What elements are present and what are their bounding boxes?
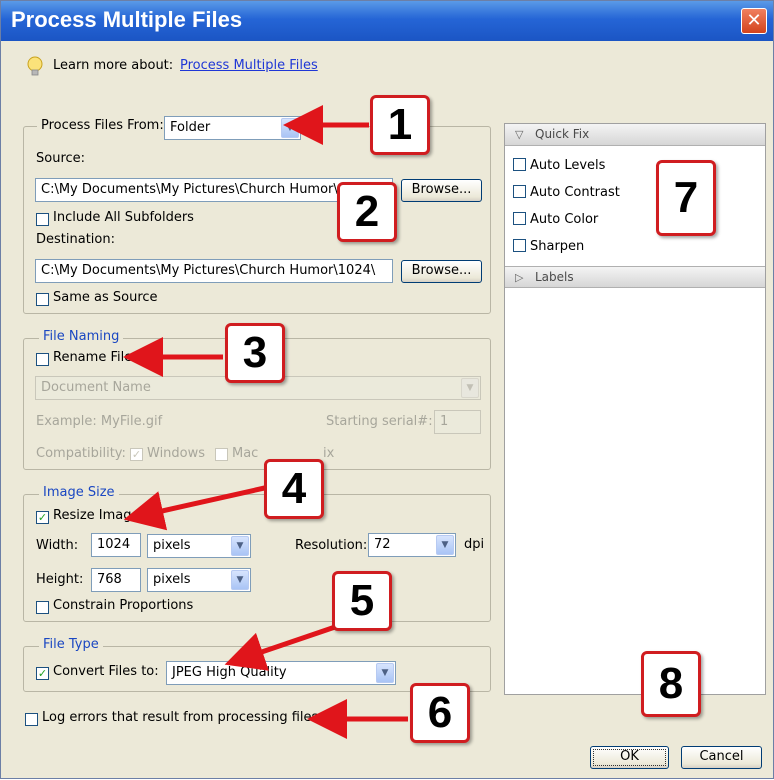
- destination-path-input[interactable]: C:\My Documents\My Pictures\Church Humor…: [35, 259, 393, 283]
- file-type-legend: File Type: [39, 637, 103, 652]
- convert-files-checkbox[interactable]: ✓: [36, 667, 49, 680]
- width-value: 1024: [97, 537, 131, 552]
- rename-files-label: Rename Files: [53, 350, 139, 365]
- destination-browse-button[interactable]: Browse...: [401, 260, 482, 283]
- quick-fix-item[interactable]: Auto Contrast: [513, 185, 620, 200]
- close-button[interactable]: ✕: [741, 8, 767, 34]
- height-value: 768: [97, 572, 122, 587]
- starting-serial-input[interactable]: 1: [434, 410, 481, 434]
- windows-label: Windows: [147, 446, 206, 461]
- same-as-source-checkbox[interactable]: [36, 293, 49, 306]
- title-bar: Process Multiple Files ✕: [1, 1, 773, 41]
- chevron-down-icon: ▼: [436, 535, 454, 555]
- marker-1: 1: [370, 95, 430, 155]
- marker-4: 4: [264, 459, 324, 519]
- marker-8: 8: [641, 651, 701, 717]
- same-as-source-label: Same as Source: [53, 290, 158, 305]
- chevron-down-icon: ▼: [231, 536, 249, 556]
- source-browse-button[interactable]: Browse...: [401, 179, 482, 202]
- marker-5: 5: [332, 571, 392, 631]
- quick-fix-header-label: Quick Fix: [535, 127, 590, 141]
- quick-fix-header[interactable]: ▽ Quick Fix: [505, 124, 765, 146]
- marker-7: 7: [656, 160, 716, 236]
- log-errors-checkbox[interactable]: [25, 713, 38, 726]
- rename-files-checkbox[interactable]: [36, 353, 49, 366]
- resolution-select[interactable]: 72 ▼: [368, 533, 456, 557]
- quick-fix-item[interactable]: Auto Levels: [513, 158, 605, 173]
- width-unit-value: pixels: [153, 538, 191, 553]
- sharpen-label: Sharpen: [530, 239, 585, 254]
- auto-contrast-checkbox[interactable]: [513, 185, 526, 198]
- chevron-down-icon: ▼: [281, 118, 299, 138]
- height-input[interactable]: 768: [91, 568, 141, 592]
- height-unit-select[interactable]: pixels ▼: [147, 568, 251, 592]
- include-subfolders-label: Include All Subfolders: [53, 210, 194, 225]
- starting-serial-label: Starting serial#:: [326, 414, 433, 429]
- process-multiple-files-dialog: Process Multiple Files ✕ Learn more abou…: [0, 0, 774, 779]
- process-files-from-value: Folder: [170, 120, 211, 135]
- quick-fix-panel: ▽ Quick Fix Auto Levels Auto Contrast Au…: [504, 123, 766, 695]
- width-input[interactable]: 1024: [91, 533, 141, 557]
- ok-button[interactable]: OK: [590, 746, 669, 769]
- image-size-legend: Image Size: [39, 485, 119, 500]
- auto-levels-label: Auto Levels: [530, 158, 606, 173]
- source-path-value: C:\My Documents\My Pictures\Church Humor…: [41, 182, 338, 197]
- marker-6: 6: [410, 683, 470, 743]
- auto-color-label: Auto Color: [530, 212, 599, 227]
- learn-more-link[interactable]: Process Multiple Files: [180, 58, 318, 73]
- mac-checkbox[interactable]: [215, 448, 228, 461]
- file-format-value: JPEG High Quality: [172, 665, 287, 680]
- windows-checkbox[interactable]: ✓: [130, 448, 143, 461]
- width-unit-select[interactable]: pixels ▼: [147, 534, 251, 558]
- document-name-value: Document Name: [41, 380, 151, 395]
- labels-header-label: Labels: [535, 270, 574, 284]
- marker-2: 2: [337, 182, 397, 242]
- process-files-from-select[interactable]: Folder ▼: [164, 116, 301, 140]
- mac-label: Mac: [232, 446, 259, 461]
- close-icon: ✕: [746, 10, 762, 31]
- destination-label: Destination:: [36, 232, 115, 247]
- starting-serial-value: 1: [440, 414, 449, 429]
- compatibility-label: Compatibility:: [36, 446, 126, 461]
- width-label: Width:: [36, 538, 79, 553]
- resolution-value: 72: [374, 537, 391, 552]
- learn-more-label: Learn more about:: [53, 58, 174, 73]
- quick-fix-item[interactable]: Sharpen: [513, 239, 584, 254]
- triangle-right-icon: ▷: [515, 271, 524, 284]
- include-subfolders-checkbox[interactable]: [36, 213, 49, 226]
- height-label: Height:: [36, 572, 84, 587]
- resize-images-label: Resize Images: [53, 508, 147, 523]
- sharpen-checkbox[interactable]: [513, 239, 526, 252]
- convert-files-label: Convert Files to:: [53, 664, 159, 679]
- lightbulb-icon: [27, 56, 43, 76]
- auto-color-checkbox[interactable]: [513, 212, 526, 225]
- height-unit-value: pixels: [153, 572, 191, 587]
- unix-label: ix: [323, 446, 335, 461]
- process-files-from-label: Process Files From:: [37, 118, 168, 133]
- marker-3: 3: [225, 323, 285, 383]
- log-errors-label: Log errors that result from processing f…: [42, 710, 319, 725]
- file-format-select[interactable]: JPEG High Quality ▼: [166, 661, 396, 685]
- resize-images-checkbox[interactable]: ✓: [36, 511, 49, 524]
- destination-path-value: C:\My Documents\My Pictures\Church Humor…: [41, 263, 376, 278]
- constrain-proportions-checkbox[interactable]: [36, 601, 49, 614]
- window-title: Process Multiple Files: [11, 7, 243, 32]
- file-naming-legend: File Naming: [39, 329, 124, 344]
- labels-header[interactable]: ▷ Labels: [505, 266, 765, 288]
- auto-levels-checkbox[interactable]: [513, 158, 526, 171]
- quick-fix-item[interactable]: Auto Color: [513, 212, 598, 227]
- constrain-proportions-label: Constrain Proportions: [53, 598, 194, 613]
- chevron-down-icon: ▼: [461, 378, 479, 398]
- source-label: Source:: [36, 151, 86, 166]
- example-label: Example: MyFile.gif: [36, 414, 163, 429]
- dpi-label: dpi: [464, 537, 485, 552]
- chevron-down-icon: ▼: [376, 663, 394, 683]
- auto-contrast-label: Auto Contrast: [530, 185, 620, 200]
- triangle-down-icon: ▽: [515, 128, 524, 141]
- resolution-label: Resolution:: [295, 538, 368, 553]
- cancel-button[interactable]: Cancel: [681, 746, 762, 769]
- chevron-down-icon: ▼: [231, 570, 249, 590]
